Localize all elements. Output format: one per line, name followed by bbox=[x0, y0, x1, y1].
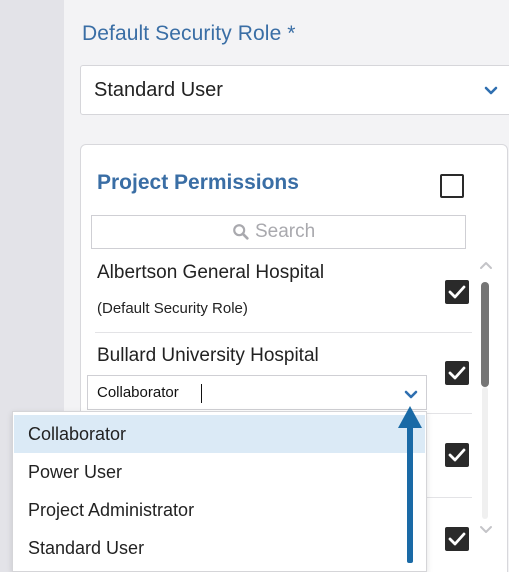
row-divider bbox=[427, 413, 472, 414]
default-security-role-select[interactable]: Standard User bbox=[80, 65, 509, 115]
search-icon bbox=[233, 224, 249, 240]
dropdown-option-standard-user[interactable]: Standard User bbox=[14, 529, 425, 567]
row-divider bbox=[95, 332, 472, 333]
hospital-checkbox[interactable] bbox=[445, 280, 469, 304]
scroll-up-icon[interactable] bbox=[478, 258, 494, 272]
dropdown-option-collaborator[interactable]: Collaborator bbox=[14, 415, 425, 453]
scroll-down-icon[interactable] bbox=[478, 523, 494, 537]
check-icon bbox=[448, 285, 466, 299]
scrollbar-track[interactable] bbox=[482, 387, 488, 519]
select-all-checkbox[interactable] bbox=[440, 174, 464, 198]
hospital-name: Bullard University Hospital bbox=[97, 345, 319, 366]
hospital-role-note: (Default Security Role) bbox=[97, 300, 248, 317]
scrollbar-thumb[interactable] bbox=[481, 282, 489, 387]
text-caret bbox=[201, 384, 202, 403]
default-security-role-label: Default Security Role * bbox=[82, 22, 296, 45]
hospital-name: Albertson General Hospital bbox=[97, 262, 325, 283]
row-divider bbox=[427, 497, 472, 498]
chevron-down-icon bbox=[484, 86, 498, 95]
chevron-down-icon bbox=[404, 390, 418, 399]
check-icon bbox=[448, 366, 466, 380]
role-dropdown-menu: Collaborator Power User Project Administ… bbox=[12, 411, 427, 572]
annotation-arrow-shaft bbox=[407, 425, 413, 563]
check-icon bbox=[448, 448, 466, 462]
arrow-up-icon bbox=[398, 406, 422, 428]
default-security-role-value: Standard User bbox=[94, 79, 223, 101]
dropdown-option-power-user[interactable]: Power User bbox=[14, 453, 425, 491]
project-permissions-title: Project Permissions bbox=[97, 171, 299, 194]
project-role-select[interactable]: Collaborator bbox=[87, 375, 427, 410]
project-role-value: Collaborator bbox=[97, 384, 179, 401]
app-root: Default Security Role * Standard User Pr… bbox=[0, 0, 509, 572]
hospital-checkbox[interactable] bbox=[445, 361, 469, 385]
permissions-search-input[interactable]: Search bbox=[91, 215, 466, 249]
hospital-checkbox[interactable] bbox=[445, 527, 469, 551]
check-icon bbox=[448, 532, 466, 546]
dropdown-option-project-administrator[interactable]: Project Administrator bbox=[14, 491, 425, 529]
search-placeholder: Search bbox=[255, 221, 316, 242]
hospital-checkbox[interactable] bbox=[445, 443, 469, 467]
